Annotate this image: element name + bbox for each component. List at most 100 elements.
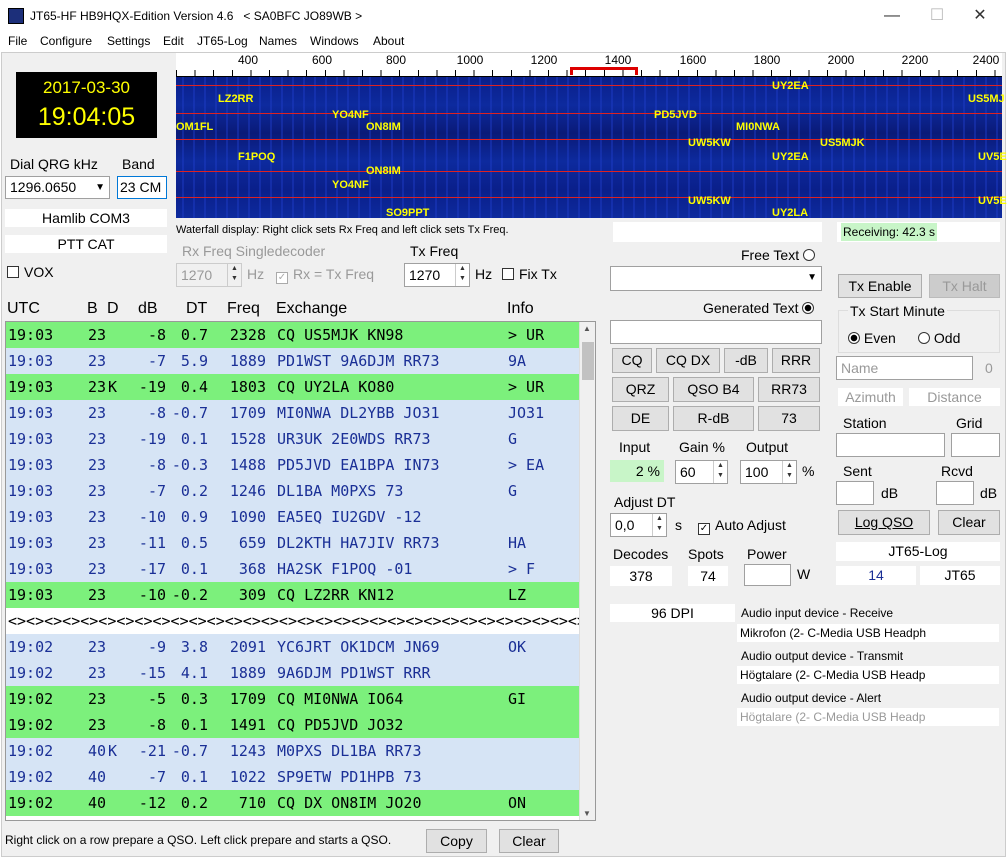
scroll-down-icon[interactable]: ▼ <box>583 809 591 818</box>
cell-ex: CQ LZ2RR KN12 <box>277 586 395 604</box>
qrz-button[interactable]: QRZ <box>612 377 669 402</box>
even-radio[interactable]: Even <box>848 330 896 346</box>
menu-about[interactable]: About <box>373 34 404 48</box>
free-text-radio[interactable]: Free Text <box>741 247 815 263</box>
decode-row[interactable]: 19:03 23 -19 0.1 1528 UR3UK 2E0WDS RR73 G <box>6 426 580 452</box>
decode-row[interactable]: 19:03 23 -11 0.5 659 DL2KTH HA7JIV RR73 HA <box>6 530 580 556</box>
cq-dx-button[interactable]: CQ DX <box>656 348 720 373</box>
minimize-button[interactable]: — <box>880 4 904 28</box>
spinner-arrows-icon: ▲ ▼ <box>227 264 241 286</box>
auto-adjust-checkbox[interactable]: ✓ Auto Adjust <box>698 517 786 535</box>
log-name: JT65-Log <box>836 542 1000 561</box>
tx-halt-button[interactable]: Tx Halt <box>929 274 1000 298</box>
col-d: D <box>107 300 119 317</box>
cell-utc: 19:02 <box>8 716 54 734</box>
decode-row[interactable]: <><><><><><><><><><><><><><><><><><><><>… <box>6 608 595 634</box>
cell-dt: 5.9 <box>180 352 208 370</box>
rrr-button[interactable]: RRR <box>772 348 820 373</box>
chevron-down-icon: ▼ <box>807 272 817 283</box>
spinner-arrows-icon[interactable]: ▲ ▼ <box>782 461 796 483</box>
decode-row[interactable]: 19:03 23 -8 -0.3 1488 PD5JVD EA1BPA IN73 > EA <box>6 452 580 478</box>
audio-alert-device[interactable]: Högtalare (2- C-Media USB Headp <box>737 708 999 726</box>
qso-clear-button[interactable]: Clear <box>938 510 1000 535</box>
decode-row[interactable]: 19:03 23 -7 0.2 1246 DL1BA M0PXS 73 G <box>6 478 580 504</box>
cell-ex: CQ MI0NWA IO64 <box>277 690 404 708</box>
spinner-arrows-icon[interactable]: ▲ ▼ <box>713 461 727 483</box>
scroll-up-icon[interactable]: ▲ <box>583 324 591 333</box>
decode-row[interactable]: 19:03 23 -10 -0.2 309 CQ LZ2RR KN12 LZ <box>6 582 580 608</box>
odd-radio[interactable]: Odd <box>918 330 960 346</box>
waterfall-callsign: UW5KW <box>688 195 731 207</box>
menu-configure[interactable]: Configure <box>40 34 92 48</box>
minus-db-button[interactable]: -dB <box>724 348 768 373</box>
radio-icon <box>918 332 930 344</box>
decode-row[interactable]: 19:02 23 -8 0.1 1491 CQ PD5JVD JO32 <box>6 712 580 738</box>
dial-qrg-select[interactable]: 1296.0650 ▼ <box>5 176 110 199</box>
menu-file[interactable]: File <box>8 34 27 48</box>
cell-f: 1803 <box>229 378 266 396</box>
power-field[interactable] <box>744 564 791 586</box>
decode-row[interactable]: 19:03 23 -8 -0.7 1709 MI0NWA DL2YBB JO31 JO31 <box>6 400 580 426</box>
decode-row[interactable]: 19:02 40 K -21 -0.7 1243 M0PXS DL1BA RR73 <box>6 738 580 764</box>
menu-jt65log[interactable]: JT65-Log <box>197 34 248 48</box>
de-button[interactable]: DE <box>612 406 669 431</box>
generated-text-radio[interactable]: Generated Text <box>703 300 815 316</box>
decode-row[interactable]: 19:02 40 -7 0.1 1022 SP9ETW PD1HPB 73 <box>6 764 580 790</box>
qso-b4-button[interactable]: QSO B4 <box>673 377 754 402</box>
spinner-arrows-icon[interactable]: ▲ ▼ <box>652 514 666 536</box>
output-spinner[interactable]: 100 ▲ ▼ <box>740 460 797 484</box>
free-text-select[interactable]: ▼ <box>610 266 822 291</box>
rx-freq-value: 1270 <box>181 267 213 283</box>
fix-tx-checkbox[interactable]: Fix Tx <box>502 266 557 282</box>
gain-spinner[interactable]: 60 ▲ ▼ <box>675 460 728 484</box>
free-text-label: Free Text <box>741 247 800 263</box>
rx-hz-unit: Hz <box>247 266 265 282</box>
decode-row[interactable]: 19:03 23 -7 5.9 1889 PD1WST 9A6DJM RR73 9A <box>6 348 580 374</box>
spots-label: Spots <box>688 546 724 562</box>
cell-utc: 19:02 <box>8 794 54 812</box>
maximize-button[interactable]: ☐ <box>925 4 949 28</box>
decode-row[interactable]: 19:03 23 -17 0.1 368 HA2SK F1POQ -01 > F <box>6 556 580 582</box>
spinner-arrows-icon[interactable]: ▲ ▼ <box>455 264 469 286</box>
tx-freq-spinner[interactable]: 1270 ▲ ▼ <box>404 263 470 287</box>
decode-row[interactable]: 19:03 23 -10 0.9 1090 EA5EQ IU2GDV -12 <box>6 504 580 530</box>
audio-input-device[interactable]: Mikrofon (2- C-Media USB Headph <box>737 624 999 642</box>
cq-button[interactable]: CQ <box>612 348 652 373</box>
decode-row[interactable]: 19:02 23 -9 3.8 2091 YC6JRT OK1DCM JN69 OK <box>6 634 580 660</box>
freq-tick: 1200 <box>530 53 558 67</box>
rr73-button[interactable]: RR73 <box>758 377 820 402</box>
close-button[interactable]: ✕ <box>968 4 992 28</box>
menu-windows[interactable]: Windows <box>310 34 359 48</box>
scrollbar[interactable]: ▲ ▼ <box>579 322 595 820</box>
rcvd-report-field[interactable] <box>936 481 974 505</box>
cell-b: 23 <box>88 352 107 370</box>
menu-edit[interactable]: Edit <box>163 34 184 48</box>
name-field[interactable]: Name <box>836 356 973 380</box>
73-button[interactable]: 73 <box>758 406 820 431</box>
audio-output-device[interactable]: Högtalare (2- C-Media USB Headp <box>737 666 999 684</box>
tx-enable-button[interactable]: Tx Enable <box>838 274 922 298</box>
band-field[interactable]: 23 CM <box>117 176 167 199</box>
clear-button[interactable]: Clear <box>499 829 559 853</box>
vox-checkbox[interactable]: VOX <box>7 264 54 280</box>
copy-button[interactable]: Copy <box>426 829 487 853</box>
decode-row[interactable]: 19:03 23 K -19 0.4 1803 CQ UY2LA KO80 > UR <box>6 374 580 400</box>
menu-names[interactable]: Names <box>259 34 297 48</box>
log-qso-button[interactable]: Log QSO <box>838 510 930 535</box>
col-freq: Freq <box>227 300 260 317</box>
decodes-list[interactable]: 19:03 23 -8 0.7 2328 CQ US5MJK KN98 > UR 19:03 2… <box>5 321 596 821</box>
audio-output-label: Audio output device - Transmit <box>741 649 904 663</box>
station-field[interactable] <box>836 433 945 457</box>
generated-text-field[interactable] <box>610 320 822 344</box>
r-db-button[interactable]: R-dB <box>673 406 754 431</box>
waterfall-display[interactable]: 400 600 800 1000 1200 1400 1600 1800 200… <box>176 53 1007 219</box>
decode-row[interactable]: 19:02 40 -12 0.2 710 CQ DX ON8IM JO20 ON <box>6 790 580 816</box>
scroll-thumb[interactable] <box>582 342 594 380</box>
adjust-dt-spinner[interactable]: 0,0 ▲ ▼ <box>610 513 667 537</box>
decode-row[interactable]: 19:03 23 -8 0.7 2328 CQ US5MJK KN98 > UR <box>6 322 580 348</box>
menu-settings[interactable]: Settings <box>107 34 150 48</box>
grid-field[interactable] <box>951 433 1000 457</box>
decode-row[interactable]: 19:02 23 -15 4.1 1889 9A6DJM PD1WST RRR <box>6 660 580 686</box>
decode-row[interactable]: 19:02 23 -5 0.3 1709 CQ MI0NWA IO64 GI <box>6 686 580 712</box>
sent-report-field[interactable] <box>836 481 874 505</box>
